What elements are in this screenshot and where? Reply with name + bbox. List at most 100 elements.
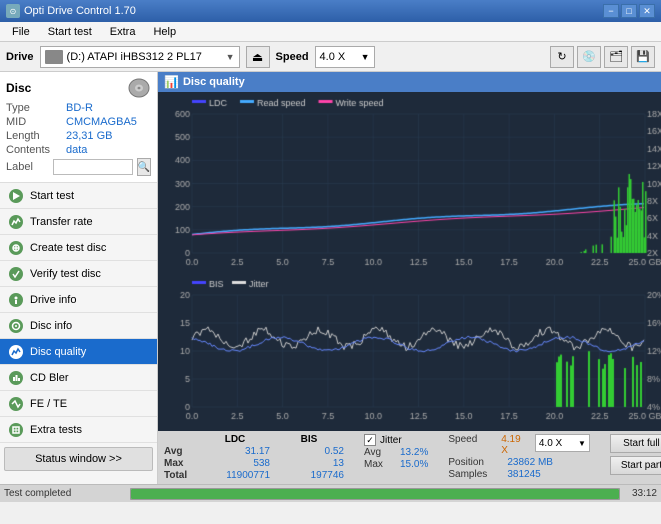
verify-test-disc-icon xyxy=(8,266,24,282)
status-bar: Test completed 33:12 xyxy=(0,484,661,502)
jitter-max: 15.0% xyxy=(400,459,428,470)
charts-container xyxy=(158,92,661,431)
sidebar-item-fe-te[interactable]: FE / TE xyxy=(0,391,157,417)
avg-bis: 0.52 xyxy=(274,446,344,457)
disc-quality-icon xyxy=(8,344,24,360)
total-label: Total xyxy=(164,470,196,481)
disc-action-button[interactable]: 💿 xyxy=(577,46,601,68)
avg-ldc: 31.17 xyxy=(200,446,270,457)
maximize-button[interactable]: □ xyxy=(621,4,637,18)
jitter-label: Jitter xyxy=(380,435,402,446)
progress-bar xyxy=(130,488,620,500)
status-window-button[interactable]: Status window >> xyxy=(4,447,153,471)
length-value: 23,31 GB xyxy=(66,130,112,142)
sidebar-item-cd-bler[interactable]: CD Bler xyxy=(0,365,157,391)
jitter-avg-label: Avg xyxy=(364,447,396,458)
eject-button[interactable]: ⏏ xyxy=(246,46,270,68)
max-ldc: 538 xyxy=(200,458,270,469)
drive-select[interactable]: (D:) ATAPI iHBS312 2 PL17 ▼ xyxy=(40,46,240,68)
extra-tests-label: Extra tests xyxy=(30,424,82,436)
contents-value: data xyxy=(66,144,87,156)
sidebar-item-disc-quality[interactable]: Disc quality xyxy=(0,339,157,365)
chart-title: Disc quality xyxy=(183,76,245,88)
sidebar-item-verify-test-disc[interactable]: Verify test disc xyxy=(0,261,157,287)
speed-stat-value: 4.19 X xyxy=(501,434,527,456)
stats-header-bis: BIS xyxy=(274,434,344,445)
menu-start-test[interactable]: Start test xyxy=(40,24,100,40)
position-value: 23862 MB xyxy=(507,457,553,468)
disc-quality-label: Disc quality xyxy=(30,346,86,358)
sidebar-item-create-test-disc[interactable]: Create test disc xyxy=(0,235,157,261)
chart-header: 📊 Disc quality xyxy=(158,72,661,92)
jitter-avg: 13.2% xyxy=(400,447,428,458)
verify-test-disc-label: Verify test disc xyxy=(30,268,101,280)
stats-bar: LDC BIS Avg 31.17 0.52 Max 538 13 Total … xyxy=(158,431,661,484)
sidebar-item-drive-info[interactable]: Drive info xyxy=(0,287,157,313)
sidebar-nav: Start test Transfer rate Create test dis… xyxy=(0,183,157,443)
status-time: 33:12 xyxy=(632,488,657,499)
speed-value: 4.0 X xyxy=(320,51,346,63)
speed-stat-select-value: 4.0 X xyxy=(539,438,562,449)
main-area: Disc Type BD-R MID CMCMAGBA5 Length 23,3… xyxy=(0,72,661,484)
disc-info-icon xyxy=(8,318,24,334)
speed-stat-label: Speed xyxy=(448,434,497,456)
disc-label-input[interactable] xyxy=(53,159,133,175)
title-bar: ⊙ Opti Drive Control 1.70 − □ ✕ xyxy=(0,0,661,22)
type-value: BD-R xyxy=(66,102,93,114)
menu-help[interactable]: Help xyxy=(145,24,184,40)
sidebar-item-extra-tests[interactable]: Extra tests xyxy=(0,417,157,443)
disc-label-button[interactable]: 🔍 xyxy=(137,158,151,176)
stats-header-ldc: LDC xyxy=(200,434,270,445)
buttons-section: Start full Start part xyxy=(610,434,661,475)
sidebar-item-transfer-rate[interactable]: Transfer rate xyxy=(0,209,157,235)
sidebar-item-disc-info[interactable]: Disc info xyxy=(0,313,157,339)
drive-value: (D:) ATAPI iHBS312 2 PL17 xyxy=(67,51,222,63)
close-button[interactable]: ✕ xyxy=(639,4,655,18)
sidebar: Disc Type BD-R MID CMCMAGBA5 Length 23,3… xyxy=(0,72,158,484)
drive-dropdown-icon[interactable]: ▼ xyxy=(226,52,235,62)
upper-chart xyxy=(162,96,661,273)
jitter-checkbox[interactable]: ✓ xyxy=(364,434,376,446)
menu-file[interactable]: File xyxy=(4,24,38,40)
lower-chart xyxy=(162,277,661,427)
speed-stat-select[interactable]: 4.0 X ▼ xyxy=(535,434,590,452)
transfer-rate-label: Transfer rate xyxy=(30,216,93,228)
contents-label: Contents xyxy=(6,144,66,156)
stats-table: LDC BIS Avg 31.17 0.52 Max 538 13 Total … xyxy=(164,434,344,481)
sidebar-item-start-test[interactable]: Start test xyxy=(0,183,157,209)
drive-info-icon xyxy=(8,292,24,308)
drive-info-label: Drive info xyxy=(30,294,76,306)
progress-fill xyxy=(131,489,619,499)
start-part-button[interactable]: Start part xyxy=(610,456,661,475)
stats-header-empty xyxy=(164,434,196,445)
drive-bar: Drive (D:) ATAPI iHBS312 2 PL17 ▼ ⏏ Spee… xyxy=(0,42,661,72)
max-label: Max xyxy=(164,458,196,469)
create-test-disc-icon xyxy=(8,240,24,256)
avg-label: Avg xyxy=(164,446,196,457)
total-ldc: 11900771 xyxy=(200,470,270,481)
start-test-label: Start test xyxy=(30,190,74,202)
drive-disc-icon xyxy=(45,50,63,64)
speed-select[interactable]: 4.0 X ▼ xyxy=(315,46,375,68)
jitter-section: ✓ Jitter Avg 13.2% Max 15.0% xyxy=(364,434,428,470)
app-title: Opti Drive Control 1.70 xyxy=(24,5,136,17)
start-test-icon xyxy=(8,188,24,204)
minimize-button[interactable]: − xyxy=(603,4,619,18)
cd-bler-icon xyxy=(8,370,24,386)
save-button[interactable]: 💾 xyxy=(631,46,655,68)
speed-stat-dropdown-icon[interactable]: ▼ xyxy=(578,439,586,448)
start-full-button[interactable]: Start full xyxy=(610,434,661,453)
samples-label: Samples xyxy=(448,469,503,480)
info-button[interactable]: 🗂 xyxy=(604,46,628,68)
create-test-disc-label: Create test disc xyxy=(30,242,106,254)
refresh-button[interactable]: ↻ xyxy=(550,46,574,68)
fe-te-icon xyxy=(8,396,24,412)
disc-label-label: Label xyxy=(6,161,49,173)
speed-dropdown-icon[interactable]: ▼ xyxy=(361,52,370,62)
mid-value: CMCMAGBA5 xyxy=(66,116,137,128)
transfer-rate-icon xyxy=(8,214,24,230)
status-text: Test completed xyxy=(4,488,124,499)
total-bis: 197746 xyxy=(274,470,344,481)
menu-extra[interactable]: Extra xyxy=(102,24,144,40)
disc-panel-label: Disc xyxy=(6,81,31,95)
